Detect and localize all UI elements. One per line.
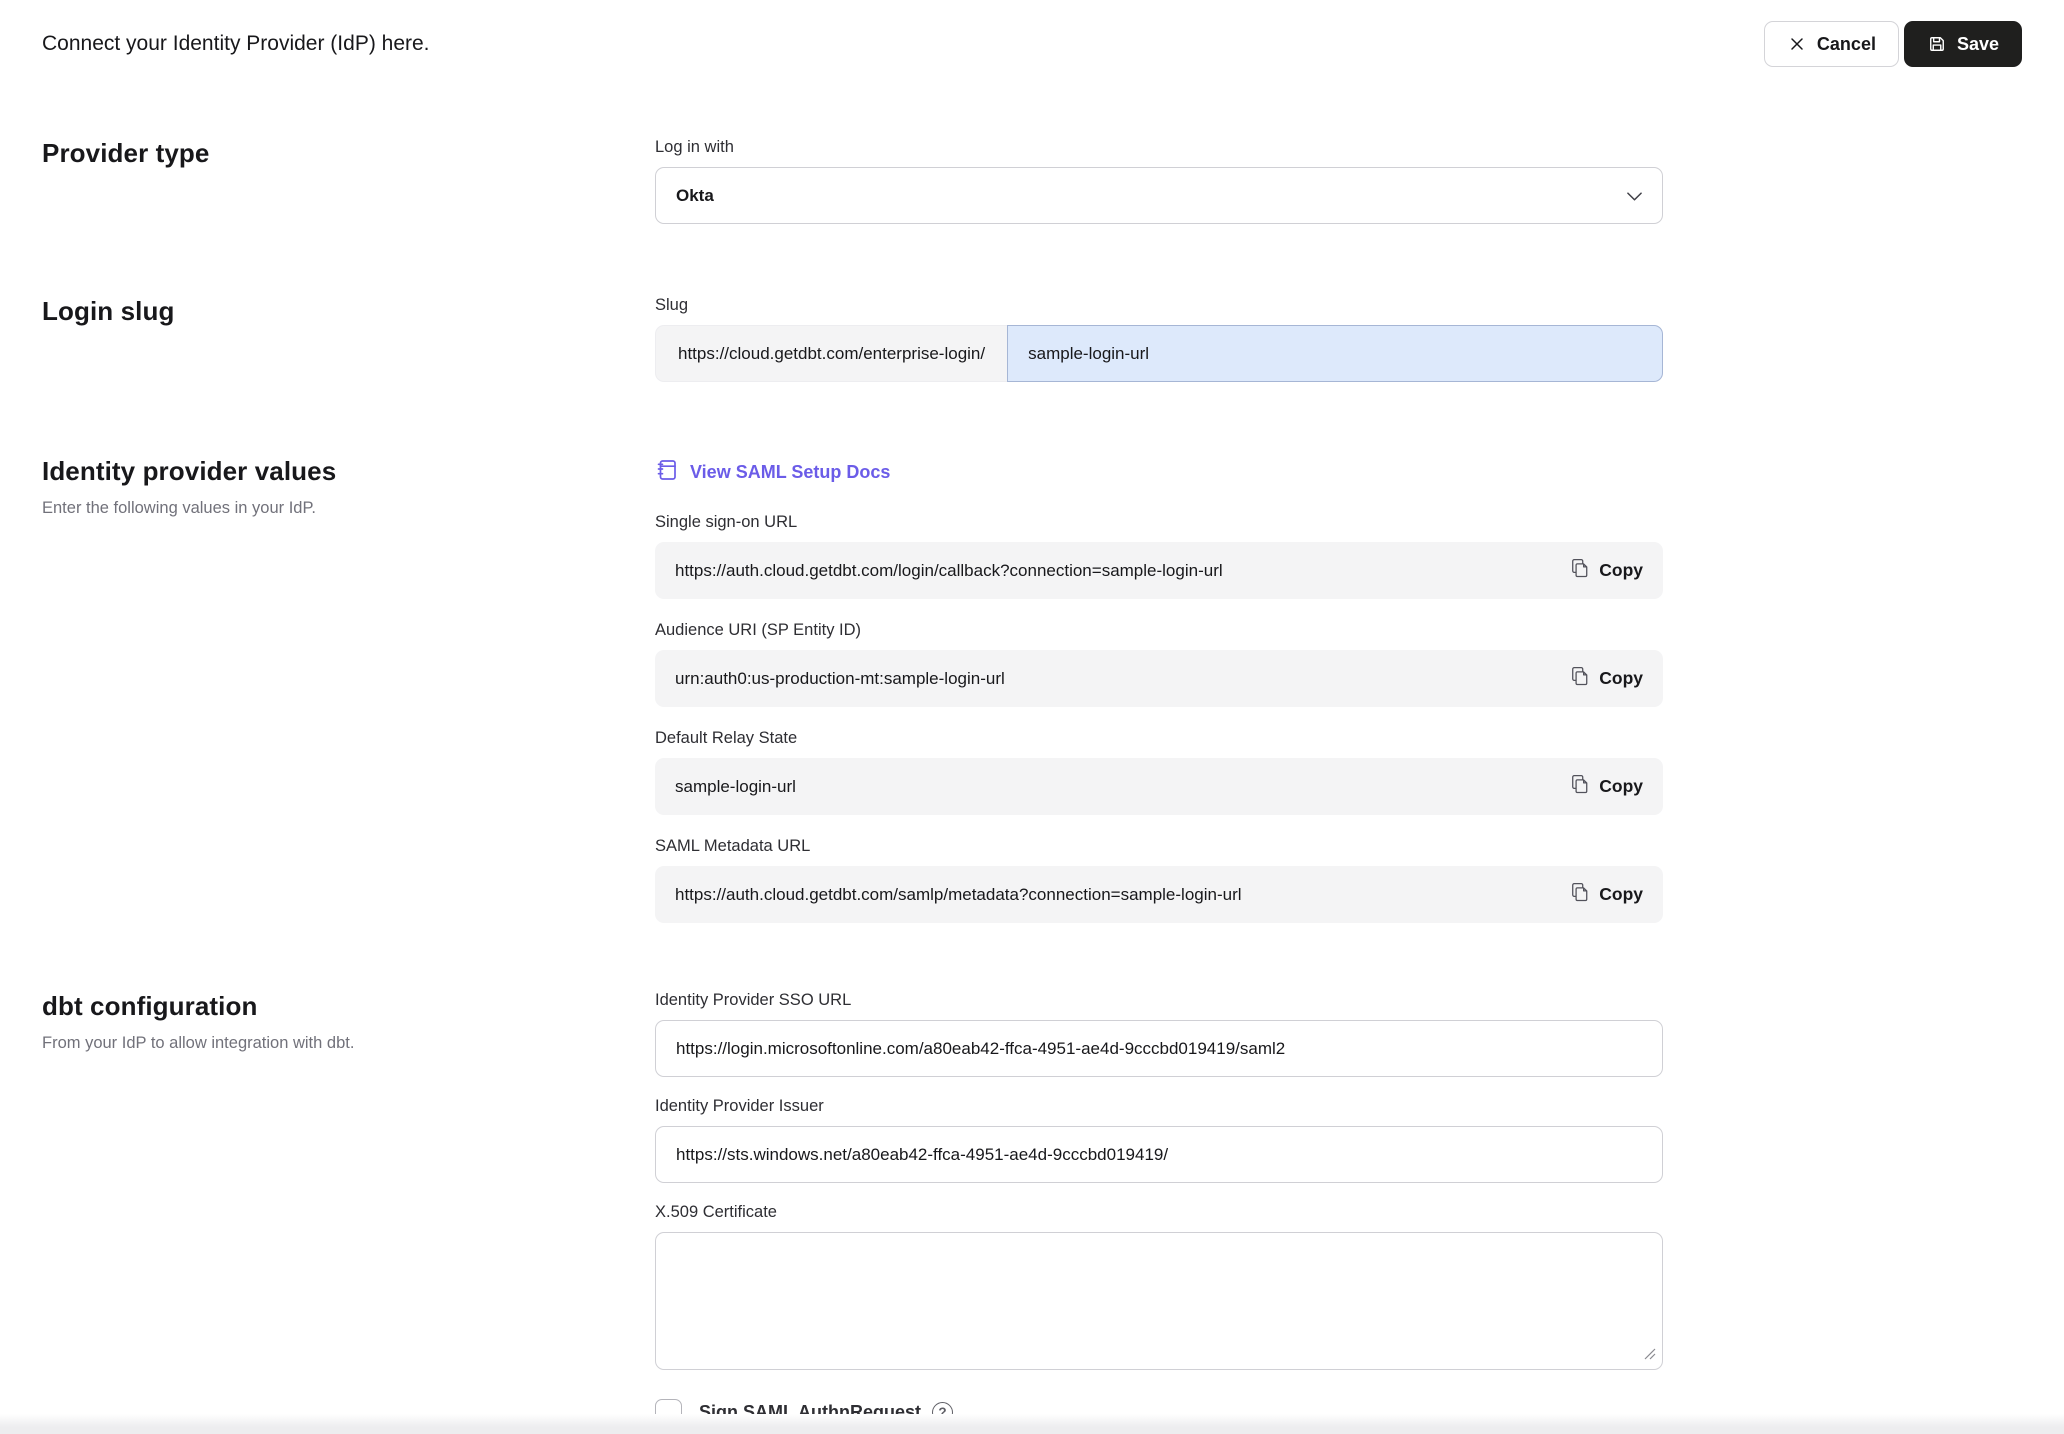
close-icon xyxy=(1787,34,1807,54)
copy-button-label: Copy xyxy=(1599,776,1643,797)
saml-docs-link[interactable]: View SAML Setup Docs xyxy=(655,458,890,487)
dbt-configuration-title: dbt configuration xyxy=(42,991,655,1022)
docs-icon xyxy=(655,458,679,487)
cancel-button[interactable]: Cancel xyxy=(1764,21,1899,67)
idp-values-subtitle: Enter the following values in your IdP. xyxy=(42,499,655,518)
provider-select[interactable]: Okta xyxy=(655,167,1663,224)
audience-uri-value: urn:auth0:us-production-mt:sample-login-… xyxy=(675,669,1005,689)
single-sign-on-url-value: https://auth.cloud.getdbt.com/login/call… xyxy=(675,561,1223,581)
slug-input[interactable] xyxy=(1007,325,1663,382)
section-provider-type: Provider type Log in with Okta xyxy=(42,138,2022,224)
x509-certificate-label: X.509 Certificate xyxy=(655,1203,1663,1222)
field-default-relay-state: Default Relay State sample-login-url Cop… xyxy=(655,729,1663,815)
copy-button-label: Copy xyxy=(1599,668,1643,689)
copy-button-label: Copy xyxy=(1599,884,1643,905)
save-icon xyxy=(1927,34,1947,54)
slug-input-group: https://cloud.getdbt.com/enterprise-logi… xyxy=(655,325,1663,382)
save-button[interactable]: Save xyxy=(1904,21,2022,67)
resize-handle[interactable] xyxy=(1644,1347,1656,1365)
default-relay-state-value: sample-login-url xyxy=(675,777,796,797)
field-idp-issuer: Identity Provider Issuer xyxy=(655,1097,1663,1183)
copy-icon xyxy=(1570,666,1590,691)
section-dbt-configuration: dbt configuration From your IdP to allow… xyxy=(42,991,2022,1426)
login-with-label: Log in with xyxy=(655,138,1663,157)
topbar-actions: Cancel Save xyxy=(1764,21,2022,67)
slug-label: Slug xyxy=(655,296,1663,315)
field-single-sign-on-url: Single sign-on URL https://auth.cloud.ge… xyxy=(655,513,1663,599)
default-relay-state-box: sample-login-url Copy xyxy=(655,758,1663,815)
idp-settings-page: Connect your Identity Provider (IdP) her… xyxy=(0,0,2064,1426)
copy-icon xyxy=(1570,774,1590,799)
single-sign-on-url-box: https://auth.cloud.getdbt.com/login/call… xyxy=(655,542,1663,599)
field-audience-uri: Audience URI (SP Entity ID) urn:auth0:us… xyxy=(655,621,1663,707)
saml-metadata-url-value: https://auth.cloud.getdbt.com/samlp/meta… xyxy=(675,885,1242,905)
saml-docs-link-label: View SAML Setup Docs xyxy=(690,462,890,483)
cancel-button-label: Cancel xyxy=(1817,34,1876,55)
copy-icon xyxy=(1570,558,1590,583)
topbar: Connect your Identity Provider (IdP) her… xyxy=(42,0,2022,68)
section-idp-values: Identity provider values Enter the follo… xyxy=(42,456,2022,923)
copy-button[interactable]: Copy xyxy=(1570,558,1643,583)
provider-type-title: Provider type xyxy=(42,138,655,169)
single-sign-on-url-label: Single sign-on URL xyxy=(655,513,1663,532)
saml-metadata-url-box: https://auth.cloud.getdbt.com/samlp/meta… xyxy=(655,866,1663,923)
slug-url-prefix: https://cloud.getdbt.com/enterprise-logi… xyxy=(655,325,1007,382)
idp-values-title: Identity provider values xyxy=(42,456,655,487)
dbt-configuration-subtitle: From your IdP to allow integration with … xyxy=(42,1034,655,1053)
audience-uri-label: Audience URI (SP Entity ID) xyxy=(655,621,1663,640)
idp-issuer-input[interactable] xyxy=(655,1126,1663,1183)
page-bottom-edge xyxy=(0,1414,2064,1434)
default-relay-state-label: Default Relay State xyxy=(655,729,1663,748)
provider-select-value: Okta xyxy=(676,186,714,206)
save-button-label: Save xyxy=(1957,34,1999,55)
section-login-slug: Login slug Slug https://cloud.getdbt.com… xyxy=(42,296,2022,382)
login-slug-title: Login slug xyxy=(42,296,655,327)
audience-uri-box: urn:auth0:us-production-mt:sample-login-… xyxy=(655,650,1663,707)
chevron-down-icon xyxy=(1627,186,1642,206)
copy-button-label: Copy xyxy=(1599,560,1643,581)
idp-issuer-label: Identity Provider Issuer xyxy=(655,1097,1663,1116)
idp-sso-url-label: Identity Provider SSO URL xyxy=(655,991,1663,1010)
field-saml-metadata-url: SAML Metadata URL https://auth.cloud.get… xyxy=(655,837,1663,923)
copy-icon xyxy=(1570,882,1590,907)
page-description: Connect your Identity Provider (IdP) her… xyxy=(42,32,430,56)
copy-button[interactable]: Copy xyxy=(1570,882,1643,907)
saml-metadata-url-label: SAML Metadata URL xyxy=(655,837,1663,856)
field-x509-certificate: X.509 Certificate xyxy=(655,1203,1663,1375)
x509-certificate-textarea[interactable] xyxy=(655,1232,1663,1370)
copy-button[interactable]: Copy xyxy=(1570,774,1643,799)
copy-button[interactable]: Copy xyxy=(1570,666,1643,691)
idp-sso-url-input[interactable] xyxy=(655,1020,1663,1077)
field-idp-sso-url: Identity Provider SSO URL xyxy=(655,991,1663,1077)
